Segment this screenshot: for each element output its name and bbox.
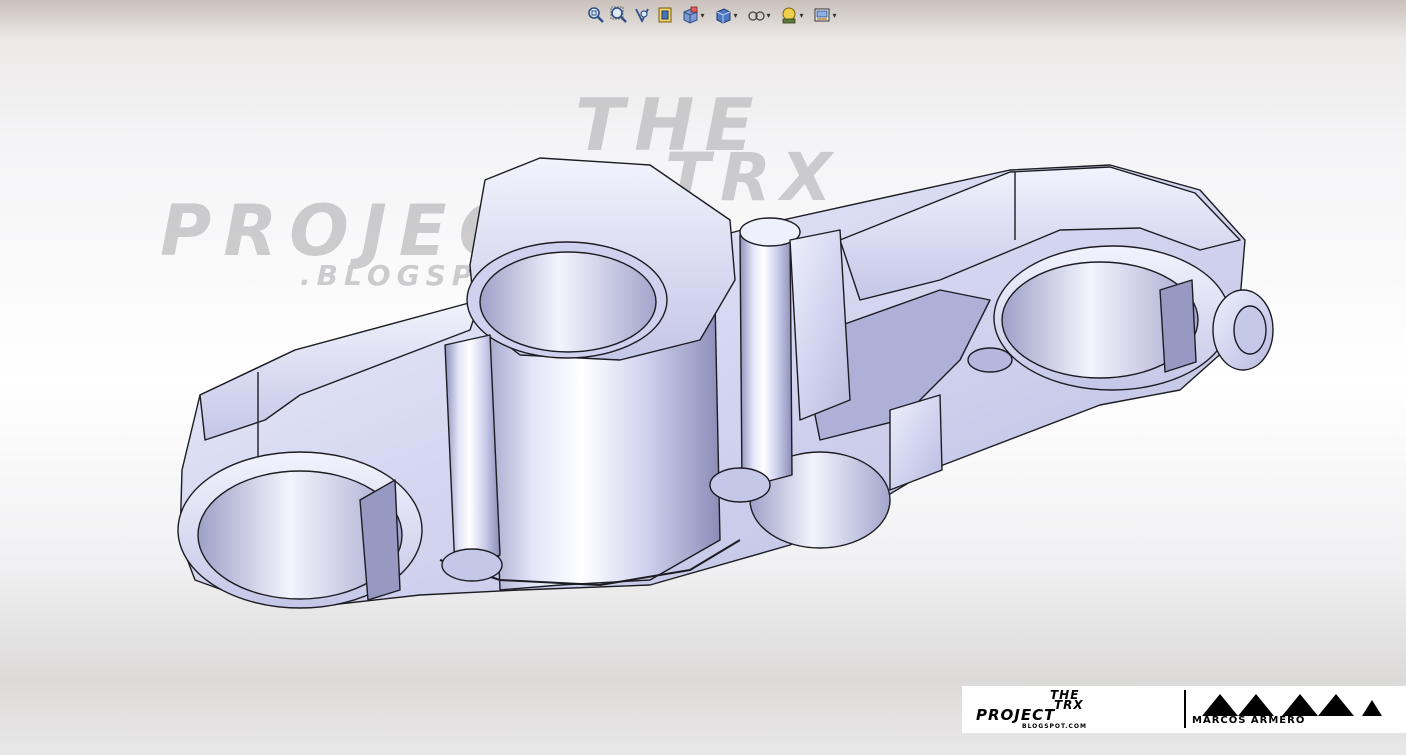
apply-scene-button[interactable]: ▾ [810, 5, 840, 25]
heads-up-view-toolbar: ▾ ▾ ▾ ▾ ▾ [586, 4, 840, 26]
zoom-to-area-button[interactable] [609, 5, 629, 25]
chevron-down-icon: ▾ [766, 10, 771, 20]
graphics-viewport[interactable]: THE TRX PROJECT .BLOGSPOT.COM ▾ ▾ ▾ ▾ ▾ … [0, 0, 1406, 755]
triple-clamp-model[interactable] [0, 0, 1406, 755]
zoom-to-fit-button[interactable] [586, 5, 606, 25]
mounting-lug-hole [1233, 305, 1267, 355]
view-orientation-button[interactable]: ▾ [678, 5, 708, 25]
zoom-to-area-icon [610, 6, 627, 23]
hide-show-items-icon [748, 11, 766, 21]
rib-block [889, 394, 943, 491]
logo-banner: THE TRX PROJECT BLOGSPOT.COM MARCOS ARME… [962, 686, 1406, 733]
view-orientation-icon [683, 6, 698, 24]
stem-bore [479, 251, 657, 353]
chevron-down-icon: ▾ [832, 10, 837, 20]
previous-view-button[interactable] [632, 5, 652, 25]
marcos-armero-logo-mark [1202, 694, 1382, 716]
logo-name: MARCOS ARMERO [1192, 715, 1306, 726]
display-style-icon [716, 8, 731, 24]
pocket-hole [967, 347, 1013, 373]
hide-show-items-button[interactable]: ▾ [744, 5, 774, 25]
right-clamp-slot [1159, 279, 1197, 373]
pinch-bolt-right [739, 224, 793, 489]
apply-scene-icon [814, 8, 830, 22]
pinch-bolt-left-end [441, 548, 503, 582]
pinch-bolt-left [444, 334, 501, 571]
side-rail [789, 229, 851, 421]
display-style-button[interactable]: ▾ [711, 5, 741, 25]
logo-project: PROJECT [976, 706, 1056, 724]
chevron-down-icon: ▾ [799, 10, 804, 20]
logo-trx: TRX [1054, 698, 1084, 712]
logo-separator [1184, 690, 1186, 728]
section-view-icon [658, 7, 672, 23]
edit-appearance-icon [782, 7, 796, 24]
pinch-bolt-right-end [709, 467, 771, 503]
chevron-down-icon: ▾ [700, 10, 705, 20]
zoom-to-fit-icon [588, 7, 604, 23]
left-clamp-slot [359, 479, 401, 601]
section-view-button[interactable] [655, 5, 675, 25]
logo-blog: BLOGSPOT.COM [1022, 723, 1087, 730]
chevron-down-icon: ▾ [733, 10, 738, 20]
edit-appearance-button[interactable]: ▾ [777, 5, 807, 25]
previous-view-icon [635, 8, 649, 24]
